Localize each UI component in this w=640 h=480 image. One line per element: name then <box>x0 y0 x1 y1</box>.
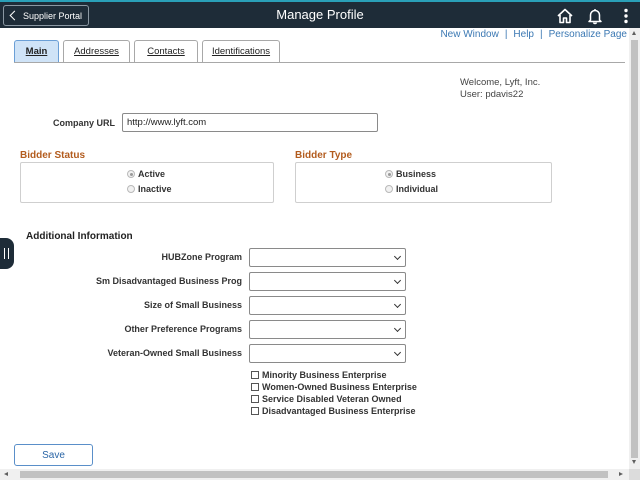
chevron-down-icon <box>393 252 402 261</box>
company-url-input[interactable] <box>122 113 378 132</box>
other-preference-select[interactable] <box>249 320 406 339</box>
scroll-down-arrow-icon[interactable] <box>632 460 636 464</box>
radio-business-circle[interactable] <box>385 170 393 178</box>
tab-contacts-label: Contacts <box>147 46 185 57</box>
save-button[interactable]: Save <box>14 444 93 466</box>
service-disabled-veteran-checkbox[interactable] <box>251 395 259 403</box>
size-small-business-select[interactable] <box>249 296 406 315</box>
women-owned-checkbox[interactable] <box>251 383 259 391</box>
sm-disadvantaged-select[interactable] <box>249 272 406 291</box>
hubzone-select[interactable] <box>249 248 406 267</box>
tab-main-label: Main <box>25 46 48 57</box>
radio-individual-label: Individual <box>396 184 439 194</box>
minority-business-checkbox[interactable] <box>251 371 259 379</box>
home-icon[interactable] <box>556 7 574 25</box>
company-url-label: Company URL <box>52 118 115 128</box>
size-small-business-label: Size of Small Business <box>143 300 242 310</box>
radio-individual[interactable]: Individual <box>385 184 438 194</box>
minority-business-row[interactable]: Minority Business Enterprise <box>251 370 387 380</box>
chevron-left-icon <box>9 10 20 21</box>
header-bar: Supplier Portal Manage Profile <box>0 0 640 28</box>
scroll-left-arrow-icon[interactable] <box>4 472 8 476</box>
radio-inactive-circle[interactable] <box>127 185 135 193</box>
user-id-text: User: pdavis22 <box>460 89 524 100</box>
radio-inactive[interactable]: Inactive <box>127 184 172 194</box>
bidder-type-group: Business Individual <box>295 162 552 203</box>
disadvantaged-business-label: Disadvantaged Business Enterprise <box>262 406 416 416</box>
link-separator: | <box>504 29 508 40</box>
radio-active[interactable]: Active <box>127 169 165 179</box>
welcome-text: Welcome, Lyft, Inc. <box>460 77 541 88</box>
bidder-type-title: Bidder Type <box>295 150 353 161</box>
minority-business-label: Minority Business Enterprise <box>262 370 387 380</box>
welcome-block: Welcome, Lyft, Inc. User: pdavis22 <box>460 77 540 101</box>
bidder-status-group: Active Inactive <box>20 162 274 203</box>
radio-inactive-label: Inactive <box>138 184 172 194</box>
chevron-down-icon <box>393 300 402 309</box>
page-title: Manage Profile <box>276 7 364 22</box>
drag-handle-icon <box>4 248 9 259</box>
sm-disadvantaged-label: Sm Disadvantaged Business Prog <box>95 276 242 286</box>
tab-divider <box>14 62 625 63</box>
scrollbar-corner <box>629 469 640 480</box>
link-separator: | <box>540 29 543 40</box>
bidder-status-title: Bidder Status <box>20 150 86 161</box>
veteran-owned-label: Veteran-Owned Small Business <box>107 348 242 358</box>
scroll-up-arrow-icon[interactable] <box>632 31 636 35</box>
vertical-scroll-thumb[interactable] <box>631 40 638 458</box>
women-owned-row[interactable]: Women-Owned Business Enterprise <box>251 382 417 392</box>
tab-identifications-label: Identifications <box>211 46 271 57</box>
scroll-right-arrow-icon[interactable] <box>619 472 623 476</box>
back-button-label: Supplier Portal <box>23 10 83 21</box>
side-panel-handle[interactable] <box>0 238 14 269</box>
chevron-down-icon <box>393 276 402 285</box>
radio-individual-circle[interactable] <box>385 185 393 193</box>
tab-identifications[interactable]: Identifications <box>202 40 280 62</box>
chevron-down-icon <box>393 348 402 357</box>
page-links: New Window | Help | Personalize Page <box>440 29 627 40</box>
tab-contacts[interactable]: Contacts <box>134 40 198 62</box>
tab-addresses-label: Addresses <box>74 46 119 57</box>
additional-info-title: Additional Information <box>26 231 133 242</box>
help-link[interactable]: Help <box>513 29 534 40</box>
back-to-supplier-portal-button[interactable]: Supplier Portal <box>3 5 89 26</box>
disadvantaged-business-checkbox[interactable] <box>251 407 259 415</box>
personalize-page-link[interactable]: Personalize Page <box>549 29 627 40</box>
chevron-down-icon <box>393 324 402 333</box>
horizontal-scrollbar[interactable] <box>0 469 629 480</box>
horizontal-scroll-thumb[interactable] <box>20 471 608 478</box>
radio-business[interactable]: Business <box>385 169 436 179</box>
women-owned-label: Women-Owned Business Enterprise <box>262 382 417 392</box>
disadvantaged-business-row[interactable]: Disadvantaged Business Enterprise <box>251 406 416 416</box>
radio-active-circle[interactable] <box>127 170 135 178</box>
veteran-owned-select[interactable] <box>249 344 406 363</box>
tab-main[interactable]: Main <box>14 40 59 62</box>
service-disabled-veteran-label: Service Disabled Veteran Owned <box>262 394 402 404</box>
service-disabled-veteran-row[interactable]: Service Disabled Veteran Owned <box>251 394 402 404</box>
hubzone-label: HUBZone Program <box>161 252 242 262</box>
other-preference-label: Other Preference Programs <box>124 324 242 334</box>
tab-addresses[interactable]: Addresses <box>63 40 130 62</box>
vertical-scrollbar[interactable] <box>629 28 640 469</box>
bell-icon[interactable] <box>586 7 604 25</box>
new-window-link[interactable]: New Window <box>440 29 498 40</box>
radio-active-label: Active <box>138 169 166 179</box>
tab-bar: Main Addresses Contacts Identifications <box>14 40 284 62</box>
kebab-menu-icon[interactable] <box>617 7 635 25</box>
radio-business-label: Business <box>396 169 437 179</box>
